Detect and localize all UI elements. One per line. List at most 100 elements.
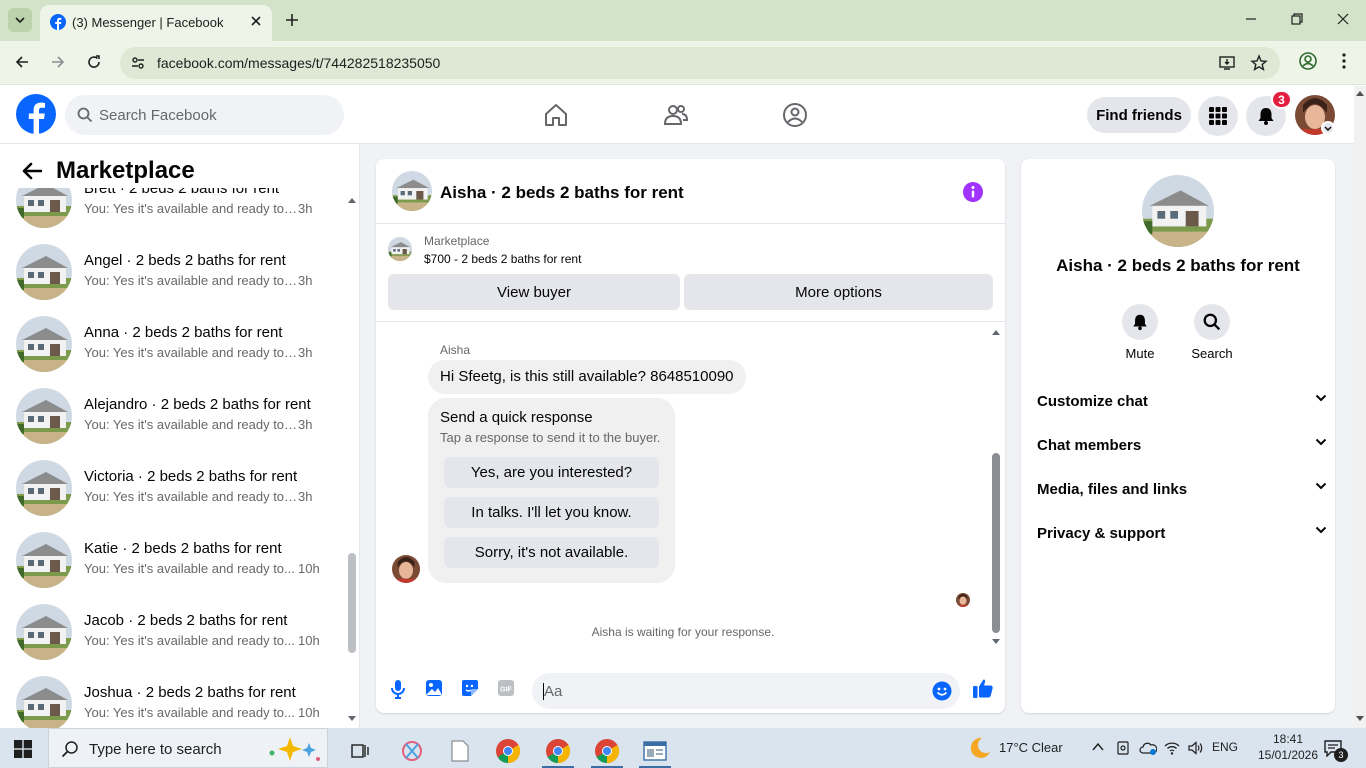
conversation-item[interactable]: Jacob · 2 beds 2 baths for rent You: Yes… — [0, 596, 345, 668]
message-input[interactable] — [544, 673, 914, 709]
scroll-up-icon[interactable] — [992, 329, 1000, 335]
scroll-up-icon[interactable] — [348, 197, 356, 203]
clock-date[interactable]: 15/01/2026 — [1255, 748, 1321, 762]
back-arrow-icon[interactable] — [22, 162, 42, 180]
more-options-button[interactable]: More options — [684, 274, 993, 310]
reload-icon[interactable] — [86, 54, 102, 70]
conversation-item[interactable]: Joshua · 2 beds 2 baths for rent You: Ye… — [0, 668, 345, 728]
task-view-button[interactable] — [340, 734, 380, 768]
taskbar-app-snipping[interactable] — [392, 734, 432, 768]
conversation-time: 10h — [298, 633, 320, 648]
search-icon — [77, 107, 93, 123]
taskbar-app-chrome-1[interactable] — [488, 734, 528, 768]
scrollbar-thumb[interactable] — [348, 553, 356, 653]
volume-icon[interactable] — [1187, 740, 1203, 756]
mute-action[interactable]: Mute — [1110, 304, 1170, 361]
listing-thumbnail — [16, 532, 72, 588]
clock-time[interactable]: 18:41 — [1263, 732, 1313, 746]
view-buyer-button[interactable]: View buyer — [388, 274, 680, 310]
tab-search-button[interactable] — [8, 8, 32, 32]
taskbar-app-window[interactable] — [635, 734, 675, 768]
home-icon[interactable] — [543, 102, 569, 128]
scrollbar-thumb[interactable] — [992, 453, 1000, 633]
taskbar-search-box[interactable]: Type here to search — [48, 728, 328, 768]
conversation-snippet: You: Yes it's available and ready to ... — [84, 417, 298, 432]
close-window-icon[interactable] — [1336, 12, 1350, 26]
info-icon[interactable] — [962, 181, 984, 203]
close-tab-icon[interactable] — [248, 13, 264, 29]
conversation-item[interactable]: Angel · 2 beds 2 baths for rent You: Yes… — [0, 236, 345, 308]
photo-icon[interactable] — [425, 679, 443, 697]
conversation-item[interactable]: Alejandro · 2 beds 2 baths for rent You:… — [0, 380, 345, 452]
scroll-down-icon[interactable] — [1356, 716, 1364, 722]
new-tab-icon[interactable] — [283, 11, 301, 29]
chat-title[interactable]: Aisha · 2 beds 2 baths for rent — [440, 183, 684, 203]
search-in-conversation-action[interactable]: Search — [1182, 304, 1242, 361]
bell-icon — [1258, 108, 1274, 125]
menu-button[interactable] — [1198, 96, 1238, 136]
bell-icon — [1133, 314, 1147, 331]
page-scrollbar[interactable] — [1354, 86, 1366, 728]
listing-photo[interactable] — [1142, 175, 1214, 247]
marketplace-label: Marketplace — [424, 234, 490, 248]
friends-icon[interactable] — [663, 102, 689, 128]
install-app-icon[interactable] — [1218, 54, 1236, 72]
media-files-links-section[interactable]: Media, files and links — [1037, 467, 1327, 511]
sticker-icon[interactable] — [461, 679, 479, 697]
facebook-search-box[interactable] — [65, 95, 344, 135]
scroll-down-icon[interactable] — [348, 716, 356, 722]
input-language[interactable]: ENG — [1212, 740, 1238, 754]
message-input-box[interactable] — [532, 673, 960, 709]
task-view-icon — [351, 744, 369, 758]
conversation-item[interactable]: Anna · 2 beds 2 baths for rent You: Yes … — [0, 308, 345, 380]
thumbs-up-icon[interactable] — [972, 677, 994, 699]
privacy-support-section[interactable]: Privacy & support — [1037, 511, 1327, 555]
restore-icon[interactable] — [1290, 12, 1304, 26]
scroll-up-icon[interactable] — [1356, 90, 1364, 96]
facebook-search-input[interactable] — [99, 95, 329, 135]
conversation-time: 10h — [298, 705, 320, 720]
chevron-up-icon[interactable] — [1091, 740, 1105, 754]
find-friends-button[interactable]: Find friends — [1087, 97, 1191, 133]
back-icon[interactable] — [14, 54, 30, 70]
taskbar-app-chrome-2[interactable] — [538, 734, 578, 768]
groups-icon[interactable] — [782, 102, 808, 128]
browser-tab[interactable]: (3) Messenger | Facebook — [40, 5, 272, 41]
bookmark-star-icon[interactable] — [1250, 54, 1268, 72]
gif-icon[interactable]: GIF — [497, 679, 515, 697]
chat-members-section[interactable]: Chat members — [1037, 423, 1327, 467]
windows-start-icon[interactable] — [14, 740, 32, 758]
chat-scrollbar[interactable] — [989, 323, 1003, 665]
site-settings-icon[interactable] — [130, 55, 146, 71]
conversation-list-scrollbar[interactable] — [345, 188, 359, 728]
wifi-icon[interactable] — [1164, 740, 1180, 756]
listing-thumbnail[interactable] — [392, 171, 432, 211]
emoji-icon[interactable] — [932, 681, 952, 701]
scroll-down-icon[interactable] — [992, 639, 1000, 645]
chrome-profile-icon[interactable] — [1298, 51, 1318, 71]
conversation-name: Victoria · 2 beds 2 baths for rent — [84, 468, 298, 485]
account-caret[interactable] — [1321, 121, 1335, 135]
incoming-message[interactable]: Hi Sfeetg, is this still available? 8648… — [428, 360, 746, 394]
microphone-icon[interactable] — [390, 679, 406, 699]
customize-chat-section[interactable]: Customize chat — [1037, 379, 1327, 423]
weather-moon-icon[interactable] — [966, 736, 992, 760]
conversation-snippet: You: Yes it's available and ready to... — [84, 705, 295, 720]
sender-avatar[interactable] — [392, 555, 420, 583]
minimize-icon[interactable] — [1244, 12, 1258, 26]
quick-reply-interested[interactable]: Yes, are you interested? — [444, 457, 659, 488]
facebook-logo-icon[interactable] — [16, 94, 56, 134]
onedrive-icon[interactable] — [1139, 740, 1157, 756]
listing-title[interactable]: $700 - 2 beds 2 baths for rent — [424, 252, 581, 266]
address-bar[interactable]: facebook.com/messages/t/744282518235050 — [120, 47, 1280, 79]
conversation-item[interactable]: Victoria · 2 beds 2 baths for rent You: … — [0, 452, 345, 524]
device-icon[interactable] — [1115, 740, 1131, 756]
conversation-item[interactable]: Katie · 2 beds 2 baths for rent You: Yes… — [0, 524, 345, 596]
taskbar-app-chrome-3[interactable] — [587, 734, 627, 768]
weather-text[interactable]: 17°C Clear — [999, 740, 1063, 755]
taskbar-app-file[interactable] — [440, 734, 480, 768]
forward-icon[interactable] — [50, 54, 66, 70]
chrome-menu-icon[interactable] — [1334, 51, 1354, 71]
quick-reply-not-available[interactable]: Sorry, it's not available. — [444, 537, 659, 568]
quick-reply-in-talks[interactable]: In talks. I'll let you know. — [444, 497, 659, 528]
